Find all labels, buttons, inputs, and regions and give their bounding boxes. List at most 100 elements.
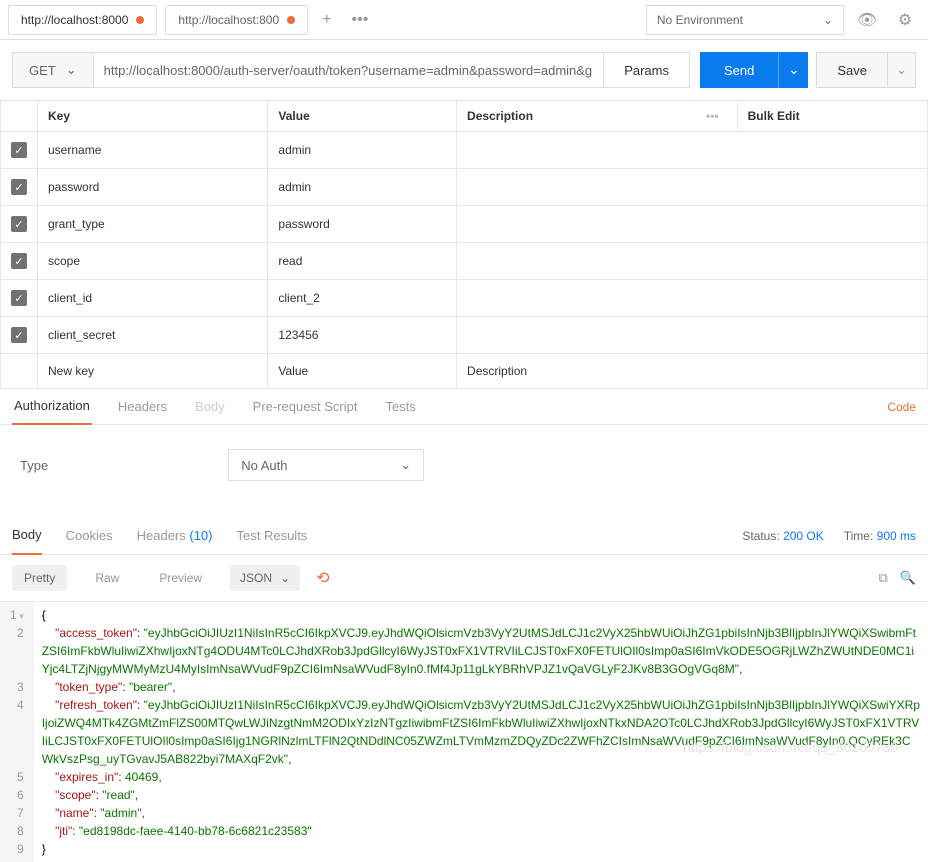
watermark: https://blog.csdn.net/qq_36160730 [683, 739, 898, 755]
chevron-down-icon: ⌄ [896, 62, 907, 78]
tabs-bar: http://localhost:8000 http://localhost:8… [0, 0, 928, 40]
tab-tests[interactable]: Tests [383, 389, 417, 425]
line-gutter: 12 34 56789 [0, 602, 34, 862]
checkbox-icon[interactable]: ✓ [11, 253, 27, 269]
description-header: Description ••• [457, 101, 738, 132]
auth-type-label: Type [20, 458, 48, 473]
json-code[interactable]: { "access_token": "eyJhbGciOiJIUzI1NiIsI… [34, 602, 928, 862]
param-description[interactable] [457, 169, 928, 206]
add-tab-icon[interactable]: + [316, 11, 337, 29]
param-value[interactable]: admin [268, 169, 457, 206]
tab-headers[interactable]: Headers [116, 389, 169, 425]
resp-tab-headers[interactable]: Headers (10) [137, 517, 213, 555]
value-header: Value [268, 101, 457, 132]
response-tabs: Body Cookies Headers (10) Test Results S… [0, 517, 928, 555]
table-row[interactable]: ✓ grant_type password [1, 206, 928, 243]
response-meta: Status: 200 OK Time: 900 ms [742, 529, 916, 543]
checkbox-header [1, 101, 38, 132]
param-key[interactable]: client_secret [38, 317, 268, 354]
table-row[interactable]: ✓ scope read [1, 243, 928, 280]
tab-label: http://localhost:800 [178, 13, 279, 27]
auth-type-value: No Auth [241, 458, 287, 473]
param-key[interactable]: grant_type [38, 206, 268, 243]
param-value[interactable]: read [268, 243, 457, 280]
new-row[interactable]: New key Value Description [1, 354, 928, 389]
method-label: GET [29, 63, 56, 78]
chevron-down-icon: ⌄ [400, 457, 411, 473]
new-key-input[interactable]: New key [38, 354, 268, 389]
checkbox-icon[interactable]: ✓ [11, 216, 27, 232]
preview-button[interactable]: Preview [147, 565, 214, 591]
environment-bar: No Environment ⌄ 👁 ⚙ [646, 5, 920, 35]
table-row[interactable]: ✓ password admin [1, 169, 928, 206]
resp-tab-body[interactable]: Body [12, 517, 42, 555]
environment-select[interactable]: No Environment ⌄ [646, 5, 844, 35]
url-input[interactable] [94, 52, 605, 88]
param-description[interactable] [457, 206, 928, 243]
table-row[interactable]: ✓ username admin [1, 132, 928, 169]
unsaved-dot-icon [287, 16, 295, 24]
send-button[interactable]: Send [700, 52, 778, 88]
params-table: Key Value Description ••• Bulk Edit ✓ us… [0, 100, 928, 389]
param-description[interactable] [457, 317, 928, 354]
param-key[interactable]: client_id [38, 280, 268, 317]
chevron-down-icon: ⌄ [788, 62, 799, 78]
param-description[interactable] [457, 280, 928, 317]
params-button[interactable]: Params [604, 52, 690, 88]
send-dropdown[interactable]: ⌄ [778, 52, 808, 88]
param-description[interactable] [457, 243, 928, 280]
more-icon[interactable]: ••• [706, 109, 727, 123]
search-icon[interactable]: 🔍 [900, 570, 916, 586]
param-value[interactable]: admin [268, 132, 457, 169]
param-description[interactable] [457, 132, 928, 169]
table-row[interactable]: ✓ client_secret 123456 [1, 317, 928, 354]
code-link[interactable]: Code [887, 400, 916, 414]
chevron-down-icon: ⌄ [823, 13, 833, 27]
copy-icon[interactable]: ⧉ [879, 570, 888, 586]
response-body: 12 34 56789 { "access_token": "eyJhbGciO… [0, 601, 928, 862]
auth-panel: Type No Auth ⌄ [0, 425, 928, 517]
tab-authorization[interactable]: Authorization [12, 389, 92, 425]
param-value[interactable]: password [268, 206, 457, 243]
environment-label: No Environment [657, 13, 743, 27]
resp-tab-cookies[interactable]: Cookies [66, 517, 113, 555]
status-value: 200 OK [783, 529, 824, 543]
param-value[interactable]: client_2 [268, 280, 457, 317]
request-bar: GET ⌄ Params Send ⌄ Save ⌄ [0, 40, 928, 100]
format-select[interactable]: JSON ⌄ [230, 565, 300, 591]
param-key[interactable]: scope [38, 243, 268, 280]
checkbox-icon[interactable]: ✓ [11, 290, 27, 306]
request-section-tabs: Authorization Headers Body Pre-request S… [0, 389, 928, 425]
chevron-down-icon: ⌄ [66, 62, 77, 78]
tab-body[interactable]: Body [193, 389, 227, 425]
checkbox-icon[interactable]: ✓ [11, 327, 27, 343]
eye-icon[interactable]: 👁 [852, 5, 882, 35]
new-value-input[interactable]: Value [268, 354, 457, 389]
tab-label: http://localhost:8000 [21, 13, 128, 27]
resp-tab-tests[interactable]: Test Results [237, 517, 308, 555]
wrap-icon[interactable]: ⟲ [316, 568, 329, 588]
time-value: 900 ms [877, 529, 916, 543]
bulk-edit-link[interactable]: Bulk Edit [737, 101, 927, 132]
tab-pre-request[interactable]: Pre-request Script [251, 389, 360, 425]
request-tab-1[interactable]: http://localhost:8000 [8, 5, 157, 35]
unsaved-dot-icon [136, 16, 144, 24]
key-header: Key [38, 101, 268, 132]
param-value[interactable]: 123456 [268, 317, 457, 354]
save-dropdown[interactable]: ⌄ [888, 52, 916, 88]
param-key[interactable]: password [38, 169, 268, 206]
gear-icon[interactable]: ⚙ [890, 5, 920, 35]
table-row[interactable]: ✓ client_id client_2 [1, 280, 928, 317]
body-toolbar: Pretty Raw Preview JSON ⌄ ⟲ ⧉ 🔍 [0, 555, 928, 601]
request-tab-2[interactable]: http://localhost:800 [165, 5, 308, 35]
checkbox-icon[interactable]: ✓ [11, 142, 27, 158]
method-select[interactable]: GET ⌄ [12, 52, 94, 88]
checkbox-icon[interactable]: ✓ [11, 179, 27, 195]
save-button[interactable]: Save [816, 52, 888, 88]
auth-type-select[interactable]: No Auth ⌄ [228, 449, 424, 481]
tab-more-icon[interactable]: ••• [346, 11, 375, 29]
param-key[interactable]: username [38, 132, 268, 169]
raw-button[interactable]: Raw [83, 565, 131, 591]
new-description-input[interactable]: Description [457, 354, 928, 389]
pretty-button[interactable]: Pretty [12, 565, 67, 591]
